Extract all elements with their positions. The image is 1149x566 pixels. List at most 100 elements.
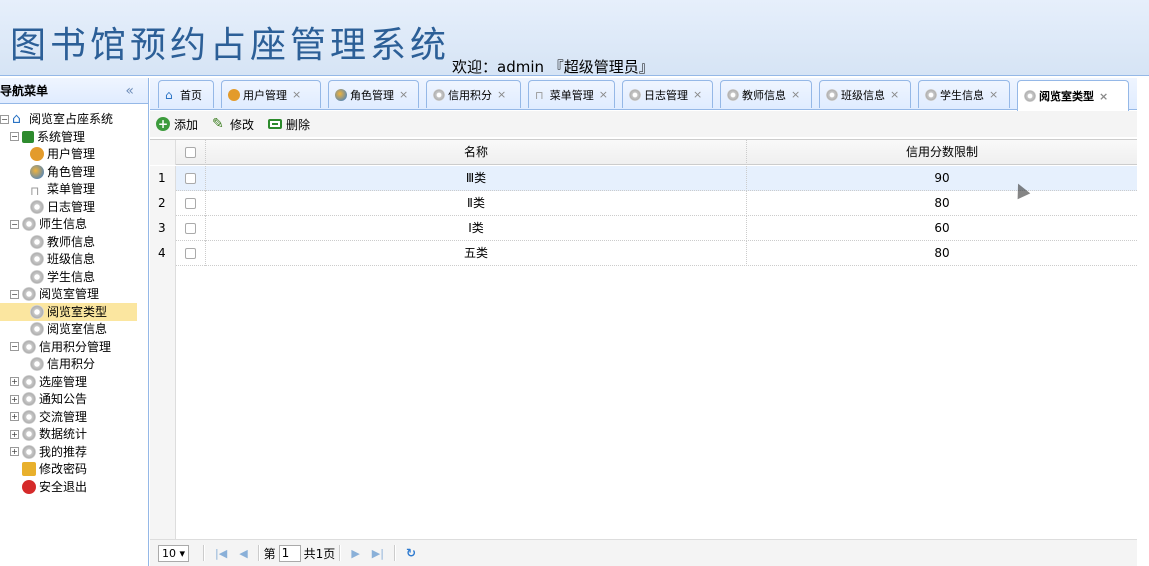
nav-item-1[interactable]: 用户管理: [30, 145, 95, 163]
expand-toggle-icon[interactable]: +: [10, 429, 19, 439]
table-row[interactable]: 2 Ⅱ类 80: [150, 191, 1137, 216]
nav-item-14[interactable]: + 选座管理: [10, 373, 87, 391]
last-page-icon[interactable]: ▶|: [372, 547, 384, 560]
expand-toggle-icon[interactable]: +: [10, 412, 19, 421]
collapse-toggle-icon[interactable]: −: [10, 289, 19, 299]
tab-5[interactable]: 日志管理 ×: [622, 80, 713, 108]
column-header-name[interactable]: 名称: [206, 140, 747, 165]
row-checkbox[interactable]: [176, 166, 206, 191]
tab-9[interactable]: 阅览室类型 ×: [1017, 80, 1129, 111]
page-number-input[interactable]: 1: [278, 544, 301, 562]
row-number: 3: [150, 216, 176, 241]
cell-limit: 60: [934, 221, 950, 235]
tab-1[interactable]: 用户管理 ×: [221, 80, 321, 108]
tab-3[interactable]: 信用积分 ×: [426, 80, 521, 108]
refresh-icon[interactable]: ↻: [406, 546, 416, 560]
close-icon[interactable]: ×: [399, 88, 408, 101]
nav-item-18[interactable]: + 我的推荐: [10, 443, 87, 461]
gear-icon: [30, 199, 44, 214]
page-total: 共1页: [303, 546, 336, 561]
nav-item-2[interactable]: 角色管理: [30, 163, 95, 181]
close-icon[interactable]: ×: [599, 88, 608, 101]
collapse-toggle-icon[interactable]: −: [0, 114, 9, 124]
collapse-toggle-icon[interactable]: −: [10, 219, 19, 229]
gear-icon: [22, 374, 36, 389]
close-icon[interactable]: ×: [1099, 90, 1108, 103]
nav-item-0[interactable]: − 系统管理: [10, 128, 85, 146]
first-page-icon[interactable]: |◀: [215, 547, 227, 560]
collapse-toggle-icon[interactable]: −: [10, 342, 19, 351]
expand-toggle-icon[interactable]: +: [10, 447, 19, 456]
close-icon[interactable]: ×: [292, 88, 301, 101]
edit-button[interactable]: ✎ 修改: [212, 116, 254, 133]
app-title: 图书馆预约占座管理系统: [10, 25, 451, 66]
nav-item-label: 阅览室管理: [39, 287, 100, 301]
tab-0[interactable]: ⌂ 首页: [158, 80, 214, 108]
tab-6[interactable]: 教师信息 ×: [720, 80, 812, 108]
gear-icon: [22, 427, 36, 441]
cell-limit: 80: [934, 246, 950, 260]
expand-toggle-icon[interactable]: +: [10, 377, 19, 386]
nav-item-11[interactable]: 阅览室信息: [30, 320, 107, 338]
tab-2[interactable]: 角色管理 ×: [328, 80, 419, 108]
select-all-checkbox[interactable]: [176, 140, 206, 165]
row-checkbox[interactable]: [176, 241, 206, 266]
nav-item-7[interactable]: 班级信息: [30, 250, 95, 268]
nav-item-3[interactable]: ⊓ 菜单管理: [30, 180, 95, 198]
delete-icon: [268, 119, 283, 129]
nav-item-15[interactable]: + 通知公告: [10, 390, 87, 408]
nav-item-19[interactable]: 修改密码: [10, 460, 87, 478]
add-button[interactable]: + 添加: [156, 116, 198, 133]
menu-icon: ⊓: [535, 88, 544, 102]
tab-8[interactable]: 学生信息 ×: [918, 80, 1010, 108]
nav-item-10[interactable]: 阅览室类型: [0, 302, 137, 321]
tab-7[interactable]: 班级信息 ×: [819, 80, 911, 108]
user-icon: [30, 147, 44, 161]
page-size-select[interactable]: 10 ▾: [158, 544, 190, 562]
tab-label: 班级信息: [841, 88, 885, 102]
pagination-bar: 10 ▾ |◀ ◀ 第 1 共1页 ▶ ▶| ↻: [150, 539, 1137, 566]
nav-item-17[interactable]: + 数据统计: [10, 425, 87, 443]
nav-item-12[interactable]: − 信用积分管理: [10, 338, 111, 356]
nav-item-label: 角色管理: [47, 164, 96, 179]
table-row[interactable]: 4 五类 80: [150, 241, 1137, 266]
nav-item-label: 学生信息: [47, 269, 96, 284]
nav-item-8[interactable]: 学生信息: [30, 268, 95, 286]
next-page-icon[interactable]: ▶: [351, 547, 359, 560]
close-icon[interactable]: ×: [890, 88, 899, 101]
gear-icon: [30, 357, 44, 371]
row-number: 2: [150, 191, 176, 216]
nav-item-20[interactable]: 安全退出: [10, 478, 87, 496]
cell-limit: 90: [934, 171, 950, 185]
expand-toggle-icon[interactable]: +: [10, 394, 19, 404]
close-icon[interactable]: ×: [693, 88, 702, 101]
nav-item-13[interactable]: 信用积分: [30, 355, 95, 373]
close-icon[interactable]: ×: [497, 88, 506, 101]
nav-item-9[interactable]: − 阅览室管理: [10, 285, 99, 303]
nav-item-6[interactable]: 教师信息: [30, 233, 95, 251]
gear-icon: [22, 339, 36, 354]
nav-item-16[interactable]: + 交流管理: [10, 408, 87, 426]
gear-icon: [22, 287, 36, 301]
table-row[interactable]: 1 Ⅲ类 90: [150, 166, 1137, 191]
prev-page-icon[interactable]: ◀: [239, 547, 247, 560]
row-checkbox[interactable]: [176, 191, 206, 216]
nav-item-label: 教师信息: [47, 234, 96, 249]
close-icon[interactable]: ×: [989, 88, 998, 101]
nav-item-5[interactable]: − 师生信息: [10, 215, 87, 233]
column-header-limit[interactable]: 信用分数限制: [747, 140, 1137, 165]
nav-item-4[interactable]: 日志管理: [30, 198, 95, 216]
collapse-icon[interactable]: «: [125, 78, 134, 104]
delete-button[interactable]: 删除: [268, 116, 310, 133]
close-icon[interactable]: ×: [791, 88, 800, 101]
add-icon: +: [156, 117, 170, 131]
gear-icon: [629, 88, 641, 101]
tab-4[interactable]: ⊓ 菜单管理 ×: [528, 80, 615, 108]
nav-item-label: 师生信息: [39, 217, 88, 231]
gear-icon: [1024, 90, 1036, 102]
row-checkbox[interactable]: [176, 216, 206, 241]
collapse-toggle-icon[interactable]: −: [10, 132, 19, 141]
table-row[interactable]: 3 Ⅰ类 60: [150, 216, 1137, 241]
tab-label: 角色管理: [350, 88, 394, 102]
tree-root[interactable]: − ⌂ 阅览室占座系统: [0, 110, 113, 128]
